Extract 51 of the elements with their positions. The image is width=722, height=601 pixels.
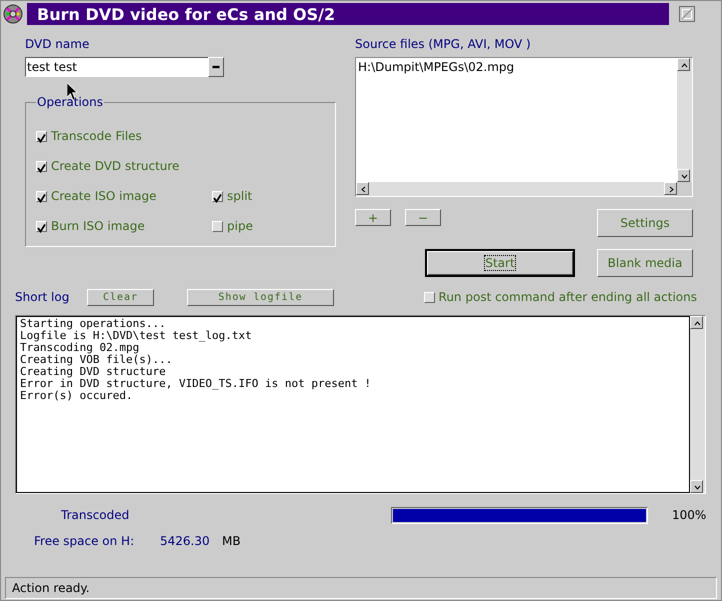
progress-percent: 100% bbox=[672, 508, 706, 522]
checkbox-label: Create DVD structure bbox=[51, 159, 180, 173]
checkbox-label: Create ISO image bbox=[51, 189, 156, 203]
status-bar: Action ready. bbox=[5, 577, 717, 599]
settings-button[interactable]: Settings bbox=[597, 209, 693, 237]
progress-label: Transcoded bbox=[61, 508, 130, 522]
checkbox[interactable] bbox=[36, 220, 47, 232]
free-space-value: 5426.30 bbox=[160, 534, 211, 548]
checkbox[interactable] bbox=[36, 190, 47, 202]
clear-button[interactable]: Clear bbox=[87, 288, 154, 306]
scroll-down-icon[interactable] bbox=[690, 480, 703, 493]
free-space-label: Free space on H: bbox=[34, 534, 136, 548]
start-button[interactable]: Start bbox=[425, 249, 575, 277]
log-line: Creating DVD structure bbox=[20, 366, 166, 378]
checkbox-label: Run post command after ending all actions bbox=[438, 290, 697, 304]
add-button[interactable]: + bbox=[355, 209, 391, 226]
log-line: Logfile is H:\DVD\test test_log.txt bbox=[20, 330, 252, 342]
checkbox-label: Burn ISO image bbox=[51, 219, 145, 233]
checkbox-label: pipe bbox=[227, 219, 253, 233]
checkbox[interactable] bbox=[212, 190, 223, 202]
field-label: DVD name bbox=[25, 37, 90, 53]
scroll-up-icon[interactable] bbox=[677, 58, 690, 71]
log-line: Starting operations... bbox=[20, 318, 166, 330]
blank-media-button[interactable]: Blank media bbox=[597, 249, 693, 277]
log-line: Transcoding 02.mpg bbox=[20, 342, 140, 354]
window-title: Burn DVD video for eCs and OS/2 bbox=[27, 3, 669, 25]
group-title: Operations bbox=[36, 95, 104, 109]
checkbox[interactable] bbox=[36, 160, 47, 172]
checkbox[interactable] bbox=[36, 130, 47, 142]
show-logfile-button[interactable]: Show logfile bbox=[187, 288, 334, 306]
scroll-down-icon[interactable] bbox=[677, 169, 690, 182]
log-line: Creating VOB file(s)... bbox=[20, 354, 172, 366]
disc-icon[interactable] bbox=[3, 4, 23, 24]
log-line: Error(s) occured. bbox=[20, 390, 133, 402]
maximize-icon[interactable] bbox=[679, 6, 695, 22]
remove-button[interactable]: − bbox=[405, 209, 441, 226]
checkbox[interactable] bbox=[424, 292, 435, 302]
source-files-list[interactable]: H:\Dumpit\MPEGs\02.mpg bbox=[355, 57, 693, 197]
dropdown-icon[interactable] bbox=[208, 57, 224, 77]
dvd-name-field[interactable]: test test bbox=[25, 57, 208, 77]
checkbox-label: Transcode Files bbox=[51, 129, 142, 143]
log-line: Error in DVD structure, VIDEO_TS.IFO is not present ! bbox=[20, 378, 371, 390]
field-label: Source files (MPG, AVI, MOV ) bbox=[355, 37, 532, 53]
list-item[interactable]: H:\Dumpit\MPEGs\02.mpg bbox=[358, 60, 675, 74]
scroll-up-icon[interactable] bbox=[690, 316, 703, 329]
checkbox-label: split bbox=[227, 189, 252, 203]
scroll-left-icon[interactable] bbox=[356, 182, 369, 195]
unit-label: MB bbox=[222, 534, 241, 548]
scroll-right-icon[interactable] bbox=[664, 182, 677, 195]
short-log-label: Short log bbox=[15, 290, 70, 304]
checkbox[interactable] bbox=[212, 220, 223, 232]
